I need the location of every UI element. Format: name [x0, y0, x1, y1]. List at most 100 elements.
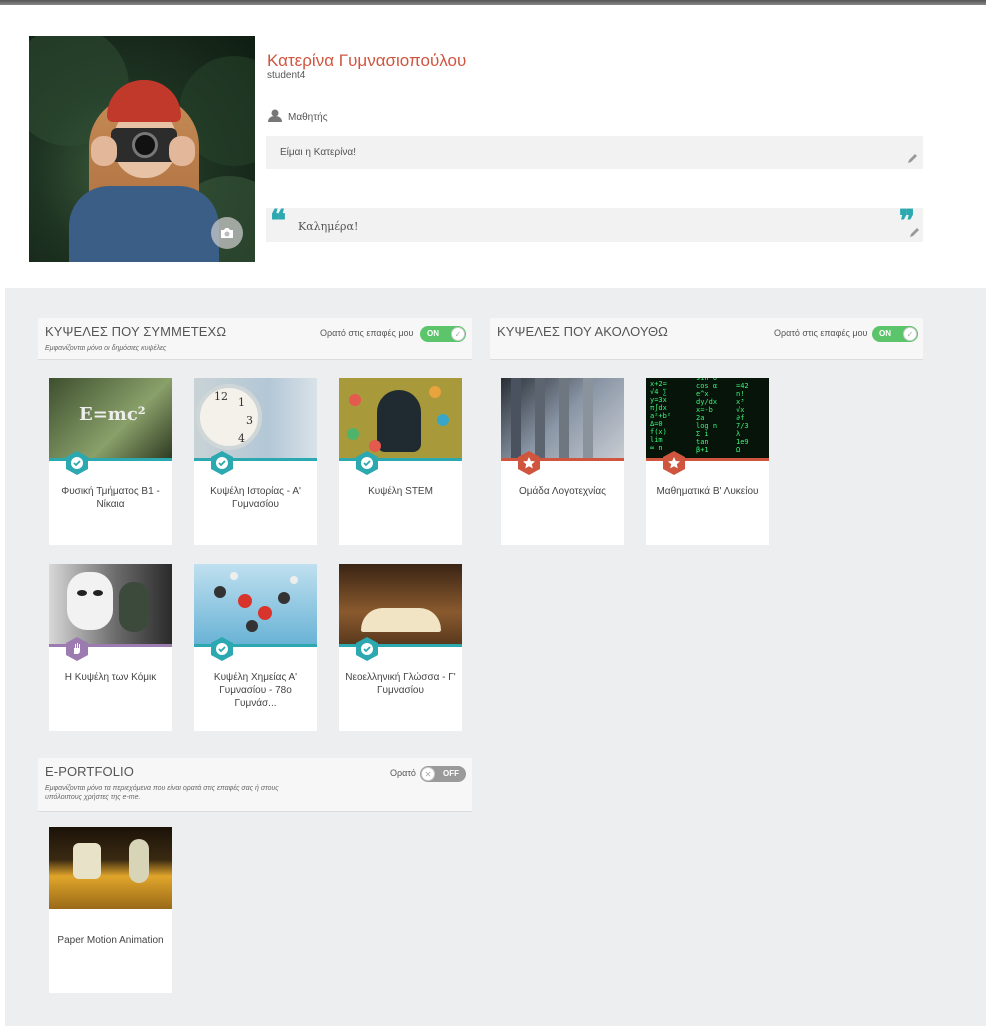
hive-card[interactable]: Ομάδα Λογοτεχνίας [501, 378, 624, 545]
portfolio-subtitle: υπόλοιπους χρήστες της e-me. [45, 794, 141, 801]
photo-jacket [69, 186, 219, 262]
check-icon: ✓ [903, 327, 917, 341]
paper-figure-graphic [73, 843, 101, 879]
clock-numeral: 4 [238, 432, 245, 445]
hive-card[interactable]: E=mc² Φυσική Τμήματος Β1 - Νίκαια [49, 378, 172, 545]
edit-bio-pencil-icon[interactable] [907, 152, 919, 164]
hive-image: x+2= √4 ∑ y=3x π∫dx a²+b² Δ=0 f(x) lim ∞… [646, 378, 769, 458]
photo-camera-lens [132, 132, 158, 158]
portfolio-card[interactable]: Paper Motion Animation [49, 827, 172, 993]
user-role: Μαθητής [288, 112, 328, 123]
molecule-atom [258, 606, 272, 620]
portfolio-visibility-label: Ορατό [390, 768, 416, 778]
toggle-state: ON [879, 329, 891, 338]
stem-bubble [349, 394, 361, 406]
portfolio-visibility-toggle[interactable]: ✕ OFF [420, 766, 466, 782]
following-visibility-toggle[interactable]: ON ✓ [872, 326, 918, 342]
hive-title: Κυψέλη Ιστορίας - Α' Γυμνασίου [210, 486, 301, 510]
photo-hand [91, 136, 117, 166]
user-icon [268, 109, 282, 122]
matrix-code-graphic: =42 n! x³ √x ∂f 7/3 λ 1e9 Ω [736, 382, 749, 454]
check-icon [356, 451, 378, 475]
clock-numeral: 12 [214, 390, 228, 403]
participating-subtitle: Εμφανίζονται μόνο οι δημόσιες κυψέλες [45, 345, 167, 352]
molecule-atom [238, 594, 252, 608]
toggle-state: ON [427, 329, 439, 338]
quote-text: Καλημέρα! [298, 220, 359, 233]
star-icon [518, 451, 540, 475]
portfolio-header: E-PORTFOLIO Εμφανίζονται μόνο τα περιεχό… [38, 758, 472, 812]
hive-image [49, 564, 172, 644]
check-icon [356, 637, 378, 661]
hive-card[interactable]: x+2= √4 ∑ y=3x π∫dx a²+b² Δ=0 f(x) lim ∞… [646, 378, 769, 545]
top-bar [0, 0, 986, 5]
quote-field[interactable]: ❝ Καλημέρα! ❞ [266, 204, 923, 242]
hive-card[interactable]: 12 1 3 4 Κυψέλη Ιστορίας - Α' Γυμνασίου [194, 378, 317, 545]
hive-title: Η Κυψέλη των Κόμικ [64, 672, 157, 683]
following-title: ΚΥΨΕΛΕΣ ΠΟΥ ΑΚΟΛΟΥΘΩ [497, 324, 668, 339]
clock-numeral: 1 [238, 396, 245, 409]
hive-card[interactable]: Νεοελληνική Γλώσσα - Γ' Γυμνασίου [339, 564, 462, 731]
hive-title: Νεοελληνική Γλώσσα - Γ' Γυμνασίου [345, 672, 456, 696]
portfolio-image [49, 827, 172, 909]
participating-title: ΚΥΨΕΛΕΣ ΠΟΥ ΣΥΜΜΕΤΕΧΩ [45, 324, 227, 339]
toggle-state: OFF [443, 769, 459, 778]
hive-image [339, 378, 462, 458]
participating-visibility-label: Ορατό στις επαφές μου [320, 328, 414, 338]
bio-text: Είμαι η Κατερίνα! [280, 147, 356, 158]
participating-header: ΚΥΨΕΛΕΣ ΠΟΥ ΣΥΜΜΕΤΕΧΩ Εμφανίζονται μόνο … [38, 318, 472, 360]
check-icon [211, 451, 233, 475]
star-icon [663, 451, 685, 475]
molecule-atom [246, 620, 258, 632]
hive-title: Κυψέλη Χημείας Α' Γυμνασίου - 78ο Γυμνάσ… [213, 672, 298, 709]
hive-card[interactable]: Κυψέλη Χημείας Α' Γυμνασίου - 78ο Γυμνάσ… [194, 564, 317, 731]
portfolio-item-title: Paper Motion Animation [57, 935, 164, 946]
camera-icon [221, 228, 233, 238]
open-book-graphic [361, 608, 441, 632]
change-photo-button[interactable] [211, 217, 243, 249]
user-full-name: Κατερίνα Γυμνασιοπούλου [267, 51, 467, 70]
hive-title: Μαθηματικά Β' Λυκείου [656, 486, 759, 497]
hive-card[interactable]: Κυψέλη STEM [339, 378, 462, 545]
username: student4 [267, 70, 306, 81]
hand-icon [66, 637, 88, 661]
close-icon: ✕ [421, 767, 435, 781]
paper-figure-graphic [129, 839, 149, 883]
head-silhouette [377, 390, 421, 452]
photo-hand [169, 136, 195, 166]
mask-eye [77, 590, 87, 596]
library-shelf [559, 378, 569, 458]
check-icon [211, 637, 233, 661]
check-icon: ✓ [451, 327, 465, 341]
check-icon [66, 451, 88, 475]
bio-field[interactable]: Είμαι η Κατερίνα! [266, 136, 923, 169]
molecule-atom [230, 572, 238, 580]
molecule-atom [278, 592, 290, 604]
matrix-code-graphic: x+2= √4 ∑ y=3x π∫dx a²+b² Δ=0 f(x) lim ∞… [650, 380, 672, 452]
following-header: ΚΥΨΕΛΕΣ ΠΟΥ ΑΚΟΛΟΥΘΩ Ορατό στις επαφές μ… [490, 318, 923, 360]
quote-open-icon: ❝ [270, 204, 287, 239]
following-visibility-label: Ορατό στις επαφές μου [774, 328, 868, 338]
portfolio-subtitle: Εμφανίζονται μόνο τα περιεχόμενα που είν… [45, 785, 279, 792]
portfolio-title: E-PORTFOLIO [45, 764, 134, 779]
hive-image: 12 1 3 4 [194, 378, 317, 458]
library-shelf [535, 378, 545, 458]
hive-image [339, 564, 462, 644]
hive-title: Κυψέλη STEM [368, 486, 433, 497]
hive-card[interactable]: Η Κυψέλη των Κόμικ [49, 564, 172, 731]
matrix-code-graphic: sin θ cos α e^x dy/dx x=-b 2a log n Σ i … [696, 378, 718, 454]
hive-image [194, 564, 317, 644]
hive-title: Φυσική Τμήματος Β1 - Νίκαια [61, 486, 160, 510]
molecule-atom [214, 586, 226, 598]
library-shelf [583, 378, 593, 458]
participating-visibility-toggle[interactable]: ON ✓ [420, 326, 466, 342]
hive-title: Ομάδα Λογοτεχνίας [518, 486, 607, 497]
mask-graphic [67, 572, 113, 630]
equation-graphic: E=mc² [79, 404, 146, 425]
microphone-graphic [119, 582, 149, 632]
stem-bubble [347, 428, 359, 440]
clock-graphic: 12 1 3 4 [196, 384, 262, 450]
molecule-atom [290, 576, 298, 584]
edit-quote-pencil-icon[interactable] [909, 226, 921, 238]
mask-eye [93, 590, 103, 596]
